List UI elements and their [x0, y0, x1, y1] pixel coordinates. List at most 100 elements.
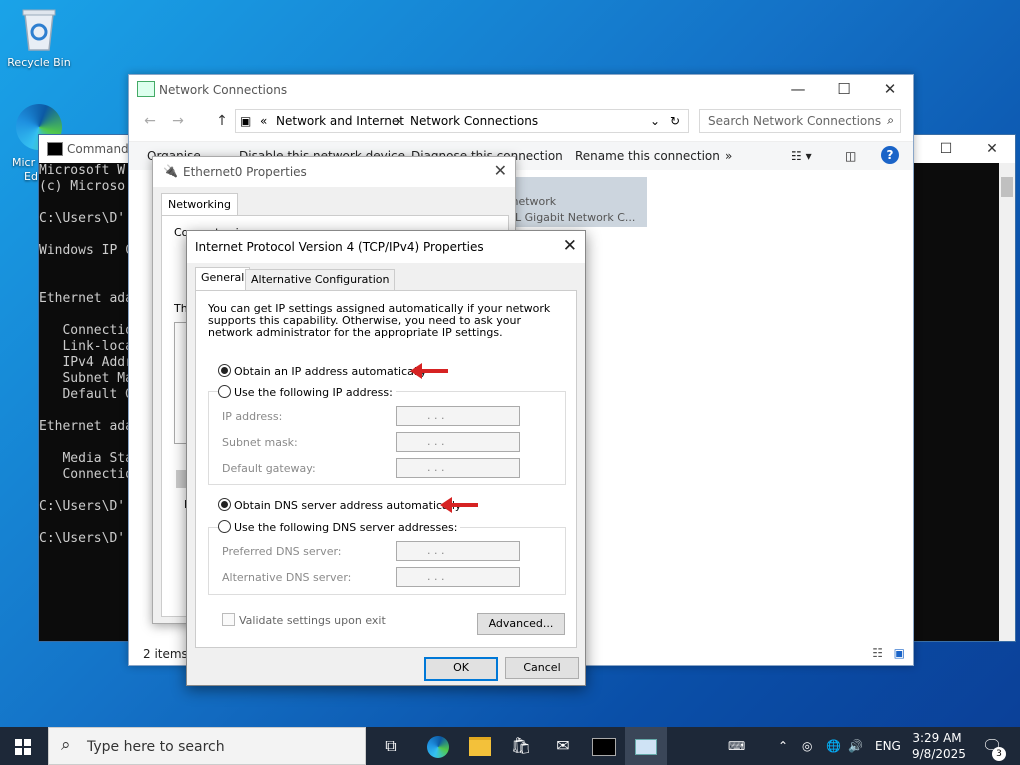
network-globe-icon[interactable]: 🌐	[826, 727, 841, 765]
details-view-icon[interactable]: ☷	[872, 646, 883, 660]
cmd-line: Link-loca	[39, 339, 133, 354]
obtain-ip-auto-radio[interactable]: Obtain an IP address automatically	[218, 364, 427, 378]
advanced-button[interactable]: Advanced...	[477, 613, 565, 635]
cmd-line: Connectio	[39, 467, 133, 482]
ip-address-label: IP address:	[222, 410, 283, 423]
cmd-line	[39, 483, 133, 499]
edge-taskbar-icon[interactable]	[417, 727, 459, 765]
search-network-input[interactable]: Search Network Connections ⌕	[699, 109, 901, 133]
validate-checkbox: Validate settings upon exit	[222, 613, 386, 627]
eth-close-button[interactable]: ✕	[494, 161, 507, 180]
recycle-bin-icon[interactable]: Recycle Bin	[4, 6, 74, 69]
address-bar[interactable]: ▣ « Network and Internet › Network Conne…	[235, 109, 689, 133]
task-view-icon[interactable]: ⧉	[370, 727, 412, 765]
cmd-line	[39, 403, 133, 419]
net-titlebar[interactable]: Network Connections — ☐ ✕	[129, 75, 913, 103]
tiles-view-icon[interactable]: ▣	[894, 646, 905, 660]
clock-time: 3:29 AM	[912, 731, 962, 745]
clock-date: 9/8/2025	[912, 747, 966, 761]
edge-label-2: Ed	[24, 170, 38, 183]
radio-unselected-icon	[218, 520, 231, 533]
cmd-scroll-thumb[interactable]	[1001, 177, 1013, 197]
ethernet-icon: 🔌	[163, 164, 178, 178]
cmd-line: Ethernet ada	[39, 419, 133, 434]
ipv4-close-button[interactable]: ✕	[563, 236, 577, 256]
cmd-line: Ethernet ada	[39, 291, 133, 306]
cmd-output: Microsoft W (c) Microso C:\Users\D' Windo…	[39, 163, 133, 547]
clock[interactable]: 3:29 AM 9/8/2025	[912, 730, 966, 762]
use-following-ip-label: Use the following IP address:	[234, 386, 393, 399]
use-following-ip-radio[interactable]: Use the following IP address:	[218, 385, 396, 399]
breadcrumb-prefix[interactable]: «	[260, 114, 267, 128]
forward-arrow-icon[interactable]: →	[167, 111, 189, 131]
ipv4-properties-dialog[interactable]: Internet Protocol Version 4 (TCP/IPv4) P…	[186, 230, 586, 686]
ok-button[interactable]: OK	[424, 657, 498, 681]
cmd-line: Windows IP C	[39, 243, 133, 258]
network-connections-icon	[137, 81, 155, 97]
cmd-line: C:\Users\D'	[39, 499, 126, 514]
ipv4-titlebar[interactable]: Internet Protocol Version 4 (TCP/IPv4) P…	[187, 231, 585, 263]
cmd-line	[39, 259, 133, 275]
cmd-line: C:\Users\D'	[39, 211, 126, 226]
subnet-mask-field: . . .	[396, 432, 520, 452]
cmd-line: C:\Users\D'	[39, 531, 126, 546]
net-close-button[interactable]: ✕	[867, 75, 913, 103]
alternative-dns-field: . . .	[396, 567, 520, 587]
use-following-dns-label: Use the following DNS server addresses:	[234, 521, 458, 534]
file-explorer-icon[interactable]	[459, 727, 501, 765]
cmd-icon	[47, 142, 63, 156]
virtual-keyboard-icon[interactable]: ⌨	[728, 727, 745, 765]
chevron-up-icon[interactable]: ⌃	[778, 727, 788, 765]
taskbar-search-placeholder: Type here to search	[87, 739, 225, 755]
net-maximize-button[interactable]: ☐	[821, 75, 867, 103]
cmd-line	[39, 195, 133, 211]
meet-now-icon[interactable]: ◎	[802, 727, 812, 765]
notification-count-badge: 3	[992, 747, 1006, 761]
search-icon: ⌕	[887, 113, 894, 127]
tab-networking[interactable]: Networking	[161, 193, 238, 215]
net-minimize-button[interactable]: —	[775, 75, 821, 103]
command-prompt-taskbar-icon[interactable]	[583, 727, 625, 765]
search-placeholder: Search Network Connections	[708, 114, 882, 128]
ip-address-field: . . .	[396, 406, 520, 426]
cmd-line	[39, 275, 133, 291]
refresh-icon[interactable]: ↻	[670, 114, 680, 128]
more-commands-button[interactable]: »	[725, 149, 732, 163]
tab-general[interactable]: General	[195, 267, 251, 292]
taskbar-search-box[interactable]: ⌕ Type here to search	[48, 727, 366, 765]
preferred-dns-field: . . .	[396, 541, 520, 561]
breadcrumb-network-internet[interactable]: Network and Internet	[276, 114, 404, 128]
obtain-dns-auto-radio[interactable]: Obtain DNS server address automatically	[218, 498, 461, 512]
up-arrow-icon[interactable]: ↑	[211, 111, 233, 131]
ethernet-adapter-item[interactable]: d network 74L Gigabit Network C...	[493, 177, 647, 227]
chevron-down-icon[interactable]: ⌄	[650, 114, 660, 128]
back-arrow-icon[interactable]: ←	[139, 111, 161, 131]
start-button[interactable]	[0, 727, 48, 765]
validate-label: Validate settings upon exit	[239, 614, 386, 627]
cmd-scrollbar[interactable]	[999, 163, 1015, 641]
use-following-dns-radio[interactable]: Use the following DNS server addresses:	[218, 520, 461, 534]
eth-title: Ethernet0 Properties	[183, 165, 307, 179]
mail-icon[interactable]: ✉	[542, 727, 584, 765]
eth-titlebar[interactable]: 🔌 Ethernet0 Properties ✕	[153, 157, 515, 187]
language-indicator[interactable]: ENG	[875, 727, 901, 765]
search-icon: ⌕	[61, 735, 71, 755]
adapter-device: 74L Gigabit Network C...	[501, 211, 636, 224]
store-icon[interactable]: 🛍	[500, 727, 542, 765]
help-icon[interactable]: ?	[881, 146, 899, 164]
install-button[interactable]	[176, 470, 186, 488]
preview-pane-icon[interactable]: ◫	[845, 149, 856, 163]
breadcrumb-network-connections[interactable]: Network Connections	[410, 114, 538, 128]
network-connections-taskbar-icon[interactable]	[625, 727, 667, 765]
cmd-maximize-button[interactable]: ☐	[923, 135, 969, 163]
radio-selected-icon	[218, 498, 231, 511]
cmd-line: Default G	[39, 387, 133, 402]
cancel-button[interactable]: Cancel	[505, 657, 579, 679]
view-options-icon[interactable]: ☷ ▾	[791, 149, 812, 163]
obtain-ip-auto-label: Obtain an IP address automatically	[234, 365, 427, 378]
rename-button[interactable]: Rename this connection	[575, 149, 720, 163]
volume-icon[interactable]: 🔊	[848, 727, 863, 765]
cmd-close-button[interactable]: ✕	[969, 135, 1015, 163]
cmd-line: Subnet Ma	[39, 371, 133, 386]
tab-alternative-configuration[interactable]: Alternative Configuration	[245, 269, 396, 290]
